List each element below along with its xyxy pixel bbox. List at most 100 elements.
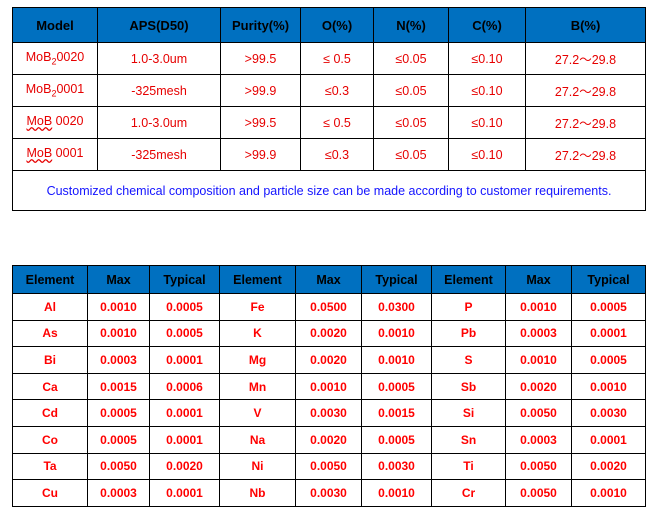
impurity-cell-typical: 0.0001 (149, 346, 220, 374)
spec-note-row: Customized chemical composition and part… (12, 170, 646, 211)
impurity-cell-max: 0.0020 (295, 425, 362, 454)
impurity-cell-typical: 0.0020 (149, 452, 220, 481)
impurity-cell-max: 0.0050 (295, 452, 362, 481)
impurity-cell-typical: 0.0015 (361, 399, 432, 427)
model-name: MoB 0001 (26, 146, 84, 161)
impurity-cell-max: 0.0003 (505, 319, 572, 348)
impurity-cell-element: K (219, 319, 296, 348)
impurity-cell-element: As (12, 319, 88, 348)
impurity-cell-typical: 0.0005 (361, 425, 432, 454)
impurity-cell-typical: 0.0001 (149, 479, 220, 507)
model-name: MoB 0020 (26, 114, 84, 129)
impurity-col-typical-1: Typical (149, 265, 220, 294)
spec-cell-nitrogen: ≤0.05 (373, 106, 449, 139)
impurity-col-element-3: Element (431, 265, 506, 294)
impurity-header-row: Element Max Typical Element Max Typical … (12, 265, 646, 294)
table-row: Co 0.0005 0.0001 Na 0.0020 0.0005 Sn 0.0… (12, 425, 646, 454)
model-name: MoB20020 (25, 50, 85, 67)
table-row: Bi 0.0003 0.0001 Mg 0.0020 0.0010 S 0.00… (12, 346, 646, 374)
spec-cell-boron: 27.2～29.8 (525, 138, 646, 171)
spec-cell-aps: 1.0-3.0um (97, 106, 221, 139)
table-row: MoB20020 1.0-3.0um >99.5 ≤ 0.5 ≤0.05 ≤0.… (12, 42, 646, 75)
impurity-cell-max: 0.0003 (505, 425, 572, 454)
impurity-cell-max: 0.0030 (295, 479, 362, 507)
spec-cell-purity: >99.5 (220, 42, 301, 75)
table-row: As 0.0010 0.0005 K 0.0020 0.0010 Pb 0.00… (12, 319, 646, 348)
spec-cell-boron: 27.2～29.8 (525, 42, 646, 75)
spec-cell-boron: 27.2～29.8 (525, 74, 646, 107)
impurity-cell-element: Cr (431, 479, 506, 507)
table-row: Cu 0.0003 0.0001 Nb 0.0030 0.0010 Cr 0.0… (12, 479, 646, 507)
impurity-cell-element: Si (431, 399, 506, 427)
impurity-cell-typical: 0.0005 (149, 293, 220, 321)
impurity-cell-typical: 0.0300 (361, 293, 432, 321)
spec-cell-oxygen: ≤0.3 (300, 74, 374, 107)
spec-col-model: Model (12, 7, 98, 43)
impurity-cell-max: 0.0005 (87, 425, 150, 454)
impurity-cell-max: 0.0010 (87, 293, 150, 321)
customization-note: Customized chemical composition and part… (12, 170, 646, 211)
impurity-col-max-1: Max (87, 265, 150, 294)
impurity-cell-element: Co (12, 425, 88, 454)
impurity-cell-typical: 0.0001 (149, 425, 220, 454)
impurity-cell-element: Cu (12, 479, 88, 507)
impurity-cell-typical: 0.0005 (361, 372, 432, 401)
impurity-col-typical-3: Typical (571, 265, 646, 294)
impurity-cell-max: 0.0500 (295, 293, 362, 321)
spec-cell-purity: >99.9 (220, 74, 301, 107)
spec-cell-model: MoB20001 (12, 74, 98, 107)
impurity-cell-max: 0.0050 (87, 452, 150, 481)
impurity-cell-max: 0.0010 (505, 346, 572, 374)
spec-cell-carbon: ≤0.10 (448, 106, 526, 139)
page-root: { "colors": { "header_blue": "#0070C0", … (0, 0, 657, 507)
impurity-col-element-2: Element (219, 265, 296, 294)
spec-cell-carbon: ≤0.10 (448, 74, 526, 107)
impurity-col-element-1: Element (12, 265, 88, 294)
impurity-cell-max: 0.0010 (87, 319, 150, 348)
impurity-cell-typical: 0.0020 (571, 452, 646, 481)
spec-cell-nitrogen: ≤0.05 (373, 74, 449, 107)
impurity-cell-max: 0.0010 (295, 372, 362, 401)
spec-cell-aps: -325mesh (97, 74, 221, 107)
impurity-cell-element: P (431, 293, 506, 321)
spec-cell-oxygen: ≤ 0.5 (300, 42, 374, 75)
impurity-cell-typical: 0.0006 (149, 372, 220, 401)
spec-cell-model: MoB 0001 (12, 138, 98, 171)
impurity-cell-max: 0.0020 (295, 319, 362, 348)
spec-cell-purity: >99.9 (220, 138, 301, 171)
spec-col-boron: B(%) (525, 7, 646, 43)
spec-col-purity: Purity(%) (220, 7, 301, 43)
table-row: MoB 0020 1.0-3.0um >99.5 ≤ 0.5 ≤0.05 ≤0.… (12, 106, 646, 139)
impurity-cell-max: 0.0003 (87, 479, 150, 507)
impurity-table-body: Al 0.0010 0.0005 Fe 0.0500 0.0300 P 0.00… (12, 293, 646, 507)
spec-col-oxygen: O(%) (300, 7, 374, 43)
model-name: MoB20001 (25, 82, 85, 99)
impurity-cell-max: 0.0020 (295, 346, 362, 374)
product-specification-table: Model APS(D50) Purity(%) O(%) N(%) C(%) … (12, 7, 646, 211)
impurity-cell-element: Ti (431, 452, 506, 481)
impurity-cell-max: 0.0010 (505, 293, 572, 321)
spec-col-carbon: C(%) (448, 7, 526, 43)
impurity-cell-element: Nb (219, 479, 296, 507)
impurity-cell-element: Bi (12, 346, 88, 374)
impurity-cell-typical: 0.0001 (149, 399, 220, 427)
spec-cell-model: MoB20020 (12, 42, 98, 75)
impurity-cell-element: Sb (431, 372, 506, 401)
table-row: Ca 0.0015 0.0006 Mn 0.0010 0.0005 Sb 0.0… (12, 372, 646, 401)
impurity-cell-typical: 0.0010 (361, 346, 432, 374)
impurity-cell-max: 0.0020 (505, 372, 572, 401)
impurity-cell-typical: 0.0001 (571, 319, 646, 348)
impurity-cell-element: Ca (12, 372, 88, 401)
impurity-cell-max: 0.0015 (87, 372, 150, 401)
table-row: Al 0.0010 0.0005 Fe 0.0500 0.0300 P 0.00… (12, 293, 646, 321)
impurity-cell-typical: 0.0001 (571, 425, 646, 454)
impurity-table-header: Element Max Typical Element Max Typical … (12, 265, 646, 294)
impurity-cell-max: 0.0003 (87, 346, 150, 374)
spec-cell-aps: 1.0-3.0um (97, 42, 221, 75)
impurity-cell-element: Mn (219, 372, 296, 401)
spec-table-body: MoB20020 1.0-3.0um >99.5 ≤ 0.5 ≤0.05 ≤0.… (12, 42, 646, 211)
table-row: Cd 0.0005 0.0001 V 0.0030 0.0015 Si 0.00… (12, 399, 646, 427)
impurity-analysis-table: Element Max Typical Element Max Typical … (12, 265, 646, 507)
spec-cell-purity: >99.5 (220, 106, 301, 139)
impurity-col-typical-2: Typical (361, 265, 432, 294)
